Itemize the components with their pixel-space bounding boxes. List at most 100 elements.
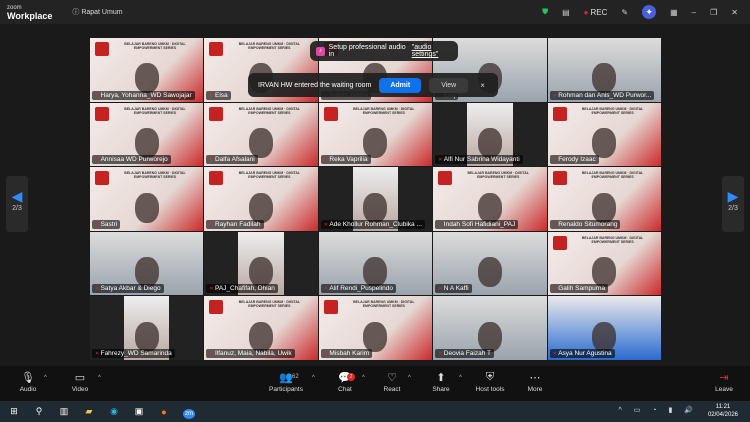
participant-video bbox=[363, 192, 388, 223]
pen-icon[interactable]: ✎ bbox=[621, 8, 628, 17]
prev-page-button[interactable]: ◀ 2/3 bbox=[6, 176, 28, 232]
restore-button[interactable]: ❐ bbox=[710, 8, 717, 17]
host-tools-button[interactable]: ⛨ Host tools bbox=[470, 371, 510, 393]
meeting-info[interactable]: ⓘ Rapat Umum bbox=[72, 7, 122, 17]
shield-icon[interactable]: ⛊ bbox=[542, 7, 548, 17]
participant-tile[interactable]: N A Kaffi bbox=[433, 231, 547, 296]
participant-name: Alfi Nur Sabrina Widayanti bbox=[435, 155, 523, 165]
file-explorer-icon[interactable]: ▰ bbox=[78, 406, 100, 417]
heart-icon: ♡ bbox=[387, 372, 397, 384]
task-view-icon[interactable]: ▥ bbox=[53, 406, 75, 417]
participant-tile[interactable]: Fahrezy_WD Samarinda bbox=[90, 296, 204, 360]
participant-video bbox=[477, 192, 502, 223]
leave-button[interactable]: ⇥ Leave bbox=[704, 371, 744, 393]
participant-name: Dalfa Afsalani bbox=[206, 155, 258, 165]
participant-name: Sastri bbox=[92, 219, 121, 229]
participant-tile[interactable]: Ilfanuz, Maia, Nabila, Uwik bbox=[204, 296, 318, 360]
zoom-taskbar-icon[interactable]: zm bbox=[178, 407, 200, 419]
notes-icon[interactable]: ▤ bbox=[562, 8, 570, 17]
video-options-caret[interactable]: ^ bbox=[98, 375, 101, 381]
meeting-toolbar: 🎙 Audio ^ ▭ Video ^ 👥 62 Participants ^ 💬 2 Ch… bbox=[0, 366, 750, 401]
video-camera-icon: ▭ bbox=[74, 372, 86, 384]
windows-start-icon[interactable]: ⊞ bbox=[3, 406, 25, 417]
participant-tile[interactable]: PAJ_Chafifah, Dhian bbox=[204, 231, 318, 296]
search-icon[interactable]: ⚲ bbox=[28, 406, 50, 417]
microphone-icon: 🎙 bbox=[21, 372, 35, 384]
edge-icon[interactable]: ◉ bbox=[103, 406, 125, 417]
clock[interactable]: 11:21 02/04/2026 bbox=[708, 403, 738, 419]
participant-tile[interactable]: Alfi Nur Sabrina Widayanti bbox=[433, 102, 547, 167]
participant-name: PAJ_Chafifah, Dhian bbox=[206, 284, 278, 294]
minimize-button[interactable]: – bbox=[692, 8, 696, 17]
ai-companion-icon[interactable]: ✦ bbox=[642, 5, 657, 19]
participant-tile[interactable]: Annisaa WD Purworejo bbox=[90, 102, 204, 167]
windows-taskbar: ⊞ ⚲ ▥ ▰ ◉ ▣ ● zm ^ ▭ ◔ ▮ 🔊 11:21 02/04/20… bbox=[0, 401, 750, 422]
waiting-room-notification: IRVAN HW entered the waiting room Admit … bbox=[248, 73, 498, 97]
participant-name: Alif Rendi_Puspelindo bbox=[320, 284, 396, 294]
chat-button[interactable]: 💬 2 Chat bbox=[325, 371, 365, 393]
participant-video bbox=[363, 257, 388, 288]
video-button[interactable]: ▭ Video bbox=[60, 371, 100, 393]
next-page-button[interactable]: ▶ 2/3 bbox=[722, 176, 744, 232]
participant-tile[interactable]: Indah Sofi Hafidiani_PAJ bbox=[433, 167, 547, 231]
participant-tile[interactable]: Ade Khollur Rohman_Clubika ... bbox=[318, 167, 433, 231]
rec-indicator[interactable]: REC bbox=[584, 8, 608, 17]
participant-name: Galih Sampurna bbox=[549, 284, 609, 294]
participant-name: Harya, Yohanna_WD Sawojajar bbox=[92, 90, 195, 100]
participant-name: Deovia Faizah T bbox=[435, 348, 494, 358]
participant-tile[interactable]: Ferody Izaac bbox=[547, 102, 661, 167]
more-button[interactable]: ⋯ More bbox=[515, 371, 555, 393]
apps-grid-icon[interactable]: ▦ bbox=[670, 8, 678, 17]
more-icon: ⋯ bbox=[529, 372, 541, 384]
audio-settings-link[interactable]: "audio settings" bbox=[412, 44, 458, 58]
participants-options-caret[interactable]: ^ bbox=[312, 375, 315, 381]
participant-video bbox=[592, 63, 617, 94]
react-button[interactable]: ♡ React bbox=[372, 371, 412, 393]
close-icon[interactable]: × bbox=[480, 81, 485, 90]
participant-tile[interactable]: Dalfa Afsalani bbox=[204, 102, 318, 167]
participant-name: Ferody Izaac bbox=[549, 155, 599, 165]
admit-button[interactable]: Admit bbox=[379, 77, 422, 93]
chat-icon: 💬 bbox=[338, 372, 352, 384]
view-button[interactable]: View bbox=[429, 77, 469, 93]
participant-name: Asya Nur Agustina bbox=[549, 348, 615, 358]
react-options-caret[interactable]: ^ bbox=[408, 375, 411, 381]
system-tray[interactable]: ^ ▭ ◔ ▮ 🔊 bbox=[619, 406, 698, 414]
participant-tile[interactable]: Galih Sampurna bbox=[547, 231, 661, 296]
participant-tile[interactable]: Rayhan Fadilah bbox=[204, 167, 318, 231]
audio-button[interactable]: 🎙 Audio bbox=[8, 371, 48, 393]
audio-options-caret[interactable]: ^ bbox=[44, 375, 47, 381]
chat-options-caret[interactable]: ^ bbox=[362, 375, 365, 381]
participant-name: Reka Vaprilia bbox=[320, 155, 371, 165]
music-note-icon: ♪ bbox=[316, 46, 325, 56]
participant-tile[interactable]: Deovia Faizah T bbox=[433, 296, 547, 360]
participants-button[interactable]: 👥 62 Participants bbox=[264, 371, 308, 393]
participant-video bbox=[249, 257, 274, 288]
participant-tile[interactable]: Satya Akbar & Diego bbox=[90, 231, 204, 296]
store-icon[interactable]: ▣ bbox=[128, 406, 150, 417]
participant-tile[interactable]: Misbah Karim bbox=[318, 296, 433, 360]
participant-tile[interactable]: Reka Vaprilia bbox=[318, 102, 433, 167]
title-bar: zoomWorkplace ⓘ Rapat Umum ⛊ ▤ REC ✎ ✦ ▦… bbox=[0, 0, 750, 24]
participant-name: N A Kaffi bbox=[435, 284, 472, 294]
participant-tile[interactable]: Renaldo Situmorang bbox=[547, 167, 661, 231]
participant-video bbox=[363, 321, 388, 352]
chevron-left-icon: ◀ bbox=[11, 188, 23, 204]
participant-name: Renaldo Situmorang bbox=[549, 219, 621, 229]
participant-tile[interactable]: Rohman dan Anis_WD Purwor... bbox=[547, 38, 661, 102]
participant-video bbox=[134, 257, 159, 288]
close-button[interactable]: ✕ bbox=[731, 8, 738, 17]
share-options-caret[interactable]: ^ bbox=[459, 375, 462, 381]
participant-video bbox=[134, 192, 159, 223]
participant-tile[interactable]: Alif Rendi_Puspelindo bbox=[318, 231, 433, 296]
participant-tile[interactable]: Sastri bbox=[90, 167, 204, 231]
participant-video bbox=[249, 321, 274, 352]
share-button[interactable]: ⬆ Share bbox=[421, 371, 461, 393]
participant-name: Elsa bbox=[206, 90, 231, 100]
participant-video bbox=[477, 257, 502, 288]
participant-tile[interactable]: Harya, Yohanna_WD Sawojajar bbox=[90, 38, 204, 102]
participant-name: Ade Khollur Rohman_Clubika ... bbox=[320, 219, 425, 229]
participant-video bbox=[592, 192, 617, 223]
participant-tile[interactable]: Asya Nur Agustina bbox=[547, 296, 661, 360]
firefox-icon[interactable]: ● bbox=[153, 407, 175, 417]
